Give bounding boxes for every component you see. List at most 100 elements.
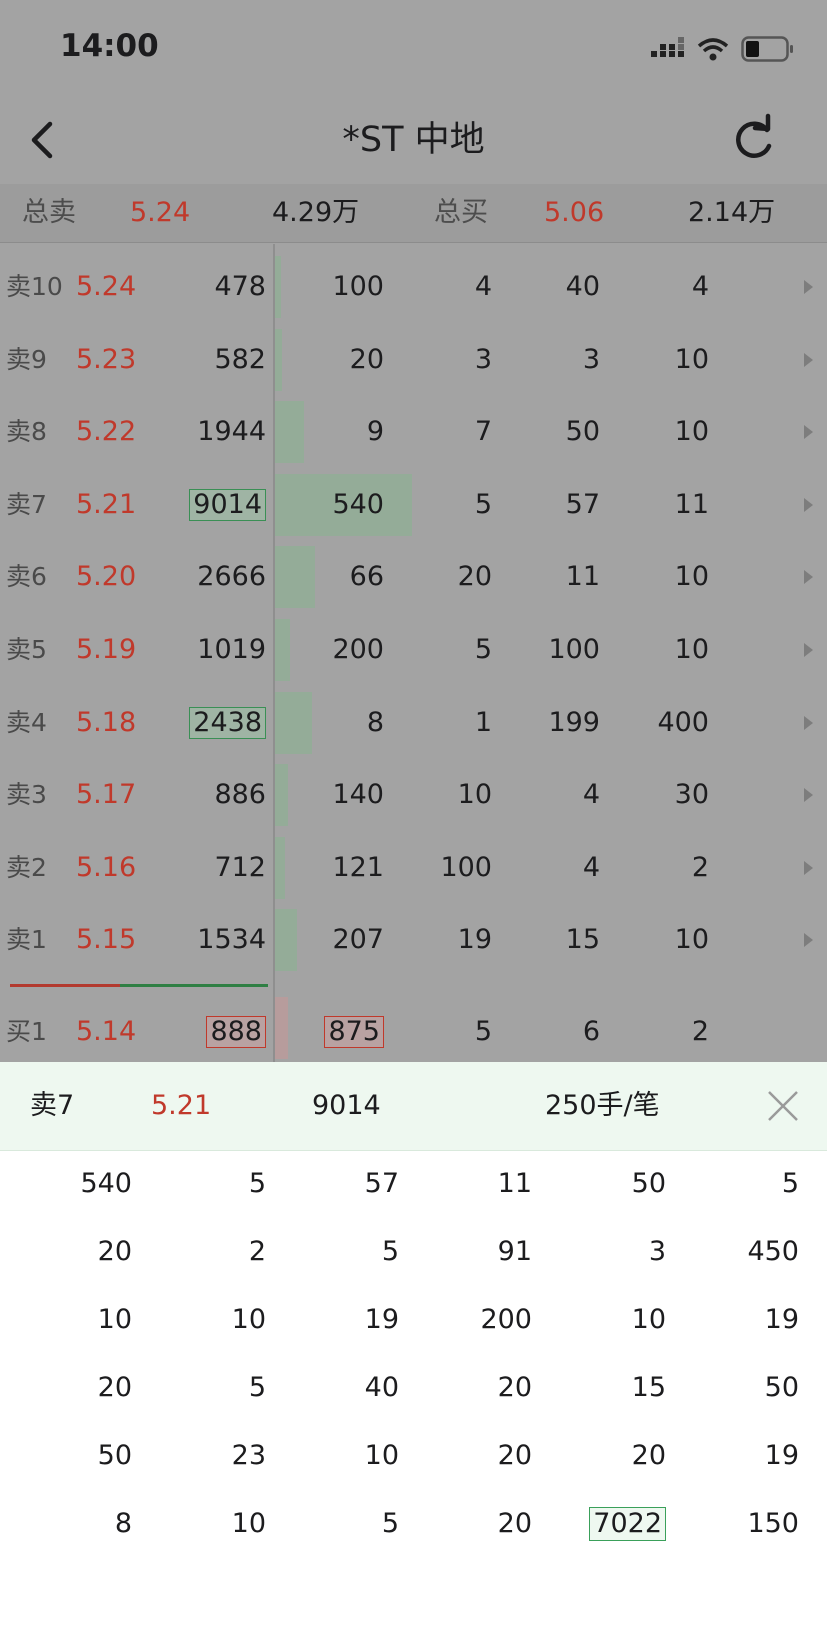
order-size: 121: [332, 851, 384, 883]
order-size: 199: [548, 706, 600, 738]
level-label: 卖3: [6, 780, 47, 810]
volume-highlight: 888: [206, 1016, 266, 1048]
order-size: 11: [565, 561, 600, 593]
close-icon[interactable]: [765, 1088, 801, 1124]
volume: 1534: [197, 924, 266, 956]
order-highlight: 875: [324, 1016, 384, 1048]
order-cell: 10: [231, 1508, 266, 1539]
price: 5.20: [76, 561, 137, 593]
status-icons: [651, 34, 795, 64]
order-size: 9: [366, 416, 384, 448]
total-sell-label: 总卖: [22, 197, 76, 228]
total-sell-price: 5.24: [130, 197, 191, 228]
expand-arrow-icon[interactable]: [804, 643, 813, 657]
volume: 886: [214, 779, 266, 811]
expand-arrow-icon[interactable]: [804, 425, 813, 440]
volume: 9014: [189, 470, 266, 540]
order-size: 540: [332, 488, 384, 520]
expand-arrow-icon[interactable]: [804, 497, 813, 512]
expand-arrow-icon[interactable]: [804, 715, 813, 730]
order-cell: 450: [747, 1236, 799, 1267]
order-size: 875: [324, 997, 384, 1062]
order-cell: 50: [631, 1168, 666, 1199]
expand-arrow-icon[interactable]: [804, 933, 813, 948]
order-cell: 540: [80, 1168, 132, 1199]
sell-row[interactable]: 卖7 5.21 9014 540 5 57 11: [0, 470, 827, 540]
order-size: 1: [474, 706, 492, 738]
sell-row[interactable]: 卖9 5.23 582 20 3 3 10: [0, 325, 827, 395]
order-cell-highlight: 7022: [589, 1507, 666, 1541]
battery-icon: [741, 36, 793, 62]
detail-average: 250手/笔: [545, 1090, 660, 1121]
expand-arrow-icon[interactable]: [804, 280, 813, 294]
sell-row[interactable]: 卖5 5.19 1019 200 5 100 10: [0, 615, 827, 685]
order-size: 207: [332, 924, 384, 956]
order-cell: 20: [497, 1372, 532, 1403]
order-cell: 2: [248, 1236, 266, 1267]
volume-highlight: 2438: [189, 706, 266, 739]
volume-bar: [275, 909, 297, 972]
expand-arrow-icon[interactable]: [804, 570, 813, 585]
expand-arrow-icon[interactable]: [804, 860, 813, 875]
order-size: 40: [565, 271, 600, 302]
sell-row[interactable]: 卖6 5.20 2666 66 20 11 10: [0, 542, 827, 612]
order-cell: 10: [364, 1440, 399, 1471]
order-size: 4: [582, 779, 600, 811]
order-cell: 5: [248, 1168, 266, 1199]
detail-volume: 9014: [312, 1090, 381, 1121]
order-size: 3: [582, 343, 600, 375]
level-label: 卖8: [6, 417, 47, 447]
sell-row[interactable]: 卖1 5.15 1534 207 19 15 10: [0, 905, 827, 975]
total-buy-amount: 2.14万: [688, 197, 776, 228]
order-size: 2: [691, 1016, 709, 1047]
order-size: 4: [691, 271, 709, 302]
order-size: 11: [674, 488, 709, 520]
price: 5.21: [76, 488, 137, 520]
volume: 712: [214, 851, 266, 883]
expand-arrow-icon[interactable]: [804, 788, 813, 803]
level-label: 卖4: [6, 707, 47, 737]
sell-row[interactable]: 卖10 5.24 478 100 4 40 4: [0, 252, 827, 322]
volume: 2438: [189, 688, 266, 758]
price: 5.23: [76, 343, 137, 375]
order-cell: 23: [231, 1440, 266, 1471]
order-cell: 5: [781, 1168, 799, 1199]
order-cell: 20: [97, 1372, 132, 1403]
order-size: 10: [674, 561, 709, 593]
refresh-icon[interactable]: [725, 112, 781, 168]
detail-grid-row: 540 5 57 11 50 5: [0, 1150, 827, 1218]
volume: 582: [214, 343, 266, 375]
sell-row[interactable]: 卖8 5.22 1944 9 7 50 10: [0, 397, 827, 467]
detail-grid-row: 50 23 10 20 20 19: [0, 1422, 827, 1490]
order-size: 66: [349, 561, 384, 593]
signal-icon: [651, 37, 684, 57]
detail-price: 5.21: [151, 1090, 212, 1121]
sell-row[interactable]: 卖4 5.18 2438 8 1 199 400: [0, 688, 827, 758]
sell-row[interactable]: 卖3 5.17 886 140 10 4 30: [0, 760, 827, 830]
level-label: 卖7: [6, 489, 47, 519]
order-cell: 8: [114, 1508, 132, 1539]
price: 5.16: [76, 851, 137, 883]
price: 5.24: [76, 271, 137, 302]
order-cell: 5: [248, 1372, 266, 1403]
expand-arrow-icon[interactable]: [804, 352, 813, 367]
order-size: 4: [582, 851, 600, 883]
order-size: 10: [674, 416, 709, 448]
order-size: 400: [657, 706, 709, 738]
detail-grid-row: 10 10 19 200 10 19: [0, 1286, 827, 1354]
order-size: 4: [474, 271, 492, 302]
volume-bar: [275, 997, 288, 1059]
page-title: *ST 中地: [342, 120, 485, 160]
sell-row[interactable]: 卖2 5.16 712 121 100 4 2: [0, 833, 827, 903]
order-cell: 40: [364, 1372, 399, 1403]
order-cell: 10: [631, 1304, 666, 1335]
order-cell: 20: [497, 1440, 532, 1471]
order-size: 57: [565, 488, 600, 520]
order-size: 10: [457, 779, 492, 811]
level-label: 买1: [6, 1017, 47, 1046]
order-cell: 20: [631, 1440, 666, 1471]
buy-row[interactable]: 买1 5.14 888 875 5 6 2: [0, 997, 827, 1062]
price: 5.15: [76, 924, 137, 956]
order-cell: 5: [381, 1508, 399, 1539]
order-size: 30: [674, 779, 709, 811]
